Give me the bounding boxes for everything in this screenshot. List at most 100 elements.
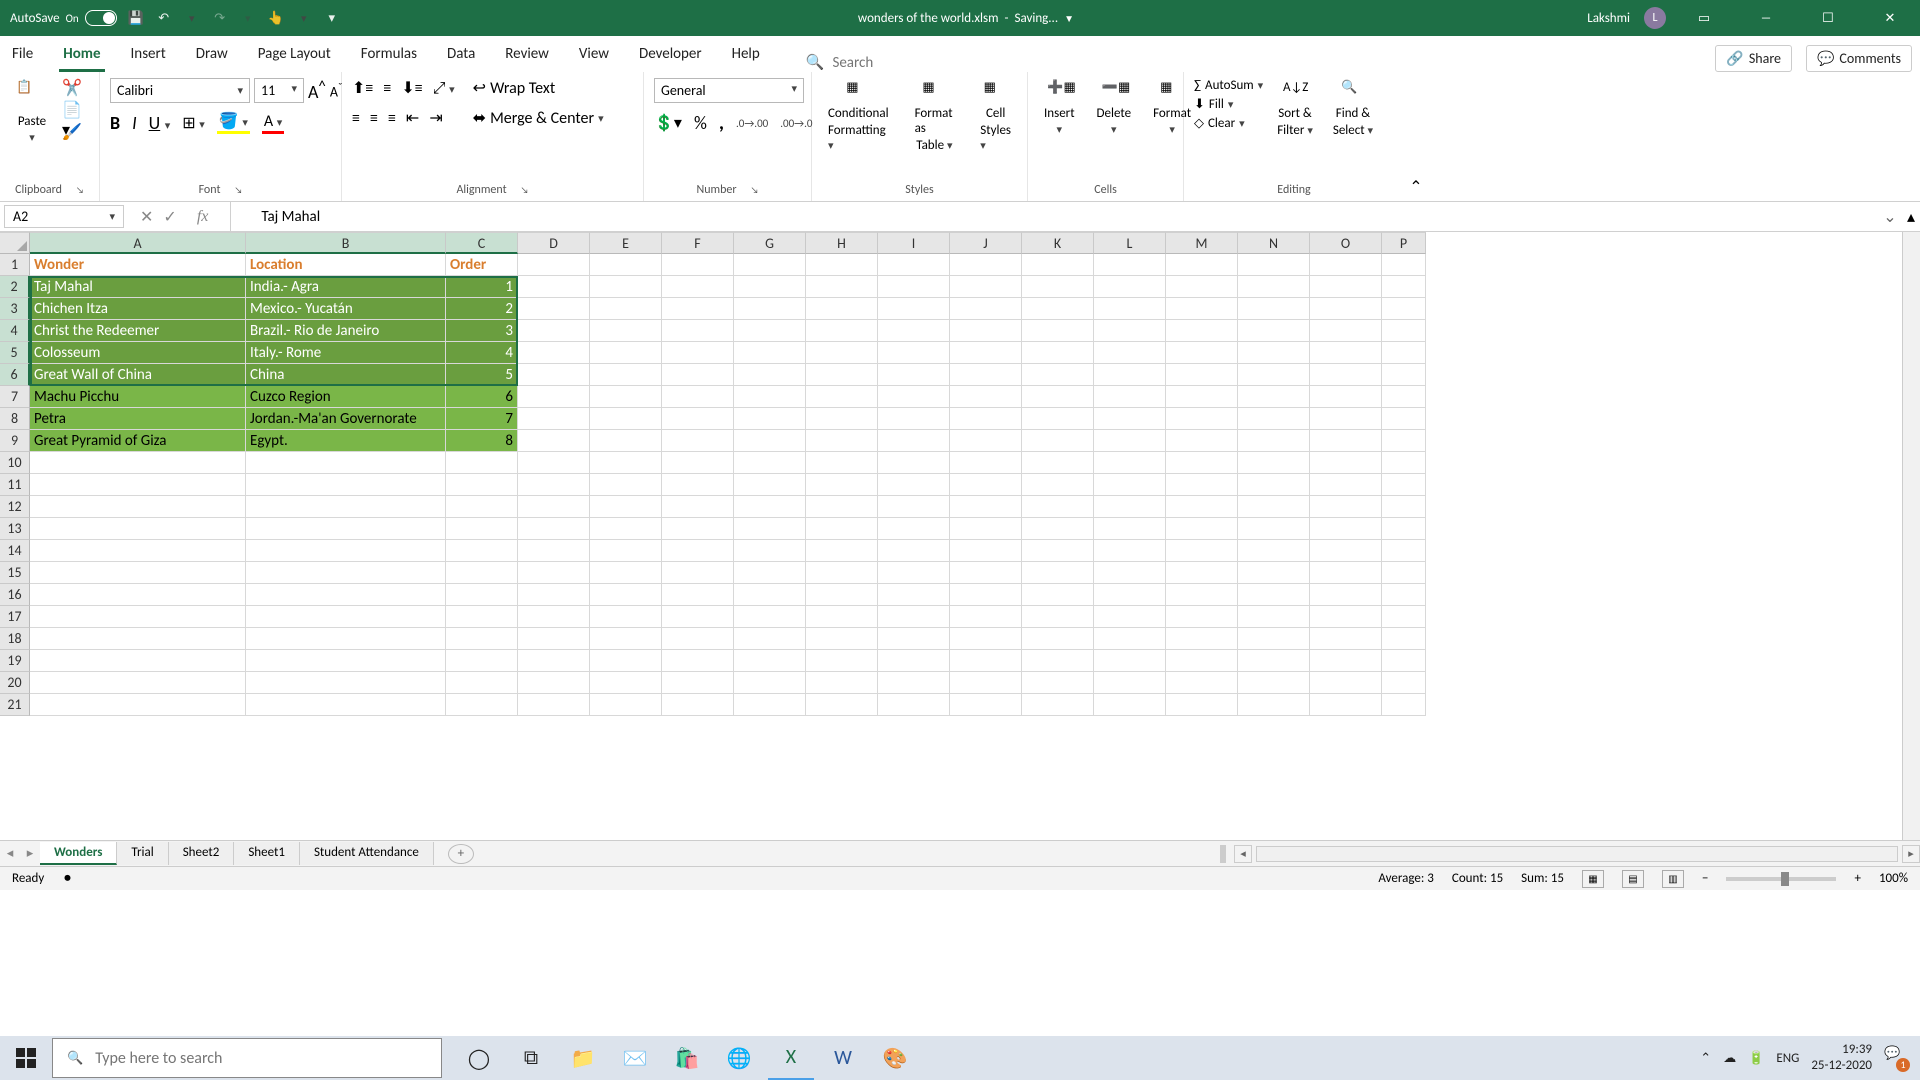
cell-A18[interactable]	[30, 628, 246, 650]
autosave-toggle[interactable]: AutoSave On	[10, 10, 117, 26]
cell-H14[interactable]	[806, 540, 878, 562]
merge-center-button[interactable]: ⬌Merge & Center▾	[473, 108, 604, 128]
cell-L21[interactable]	[1094, 694, 1166, 716]
cell-F17[interactable]	[662, 606, 734, 628]
cell-A1[interactable]: Wonder	[30, 254, 246, 276]
cell-B14[interactable]	[246, 540, 446, 562]
cell-F15[interactable]	[662, 562, 734, 584]
cell-O2[interactable]	[1310, 276, 1382, 298]
cell-G3[interactable]	[734, 298, 806, 320]
cell-K6[interactable]	[1022, 364, 1094, 386]
cell-A7[interactable]: Machu Picchu	[30, 386, 246, 408]
cell-G13[interactable]	[734, 518, 806, 540]
cell-M10[interactable]	[1166, 452, 1238, 474]
cell-P10[interactable]	[1382, 452, 1426, 474]
cell-L5[interactable]	[1094, 342, 1166, 364]
cell-C2[interactable]: 1	[446, 276, 518, 298]
cell-F20[interactable]	[662, 672, 734, 694]
cell-M4[interactable]	[1166, 320, 1238, 342]
cell-O21[interactable]	[1310, 694, 1382, 716]
cell-L3[interactable]	[1094, 298, 1166, 320]
new-sheet-button[interactable]: +	[448, 844, 474, 864]
cell-I8[interactable]	[878, 408, 950, 430]
sheet-nav-next-icon[interactable]: ▸	[20, 846, 40, 861]
cell-F1[interactable]	[662, 254, 734, 276]
cell-H21[interactable]	[806, 694, 878, 716]
cell-B20[interactable]	[246, 672, 446, 694]
store-icon[interactable]: 🛍️	[664, 1036, 710, 1080]
cell-H19[interactable]	[806, 650, 878, 672]
cell-F9[interactable]	[662, 430, 734, 452]
cell-N13[interactable]	[1238, 518, 1310, 540]
comments-button[interactable]: 💬Comments	[1806, 45, 1912, 72]
cell-L2[interactable]	[1094, 276, 1166, 298]
shrink-font-icon[interactable]: Aˇ	[330, 81, 343, 101]
cell-K13[interactable]	[1022, 518, 1094, 540]
cell-O10[interactable]	[1310, 452, 1382, 474]
tab-formulas[interactable]: Formulas	[357, 39, 421, 72]
align-center-icon[interactable]: ≡	[370, 109, 378, 128]
cell-C11[interactable]	[446, 474, 518, 496]
sheet-nav-prev-icon[interactable]: ◂	[0, 846, 20, 861]
battery-icon[interactable]: 🔋	[1748, 1051, 1764, 1066]
cell-B10[interactable]	[246, 452, 446, 474]
cell-D12[interactable]	[518, 496, 590, 518]
cortana-icon[interactable]: ◯	[456, 1036, 502, 1080]
align-middle-icon[interactable]: ≡	[383, 79, 391, 98]
cell-H2[interactable]	[806, 276, 878, 298]
cell-H5[interactable]	[806, 342, 878, 364]
sort-filter-button[interactable]: A↓ZSort &Filter ▾	[1271, 78, 1319, 140]
font-name-combo[interactable]: Calibri▾	[110, 78, 250, 103]
minimize-icon[interactable]: ―	[1742, 0, 1790, 36]
cell-C19[interactable]	[446, 650, 518, 672]
fill-color-button[interactable]: 🪣 ▾	[217, 111, 250, 134]
worksheet-grid[interactable]: 123456789101112131415161718192021 ABCDEF…	[0, 232, 1920, 840]
excel-icon[interactable]: X	[768, 1036, 814, 1080]
cell-N20[interactable]	[1238, 672, 1310, 694]
cell-L12[interactable]	[1094, 496, 1166, 518]
cancel-entry-icon[interactable]: ✕	[140, 207, 153, 227]
cell-N10[interactable]	[1238, 452, 1310, 474]
cell-M18[interactable]	[1166, 628, 1238, 650]
cell-P6[interactable]	[1382, 364, 1426, 386]
col-header-P[interactable]: P	[1382, 232, 1426, 254]
cell-C12[interactable]	[446, 496, 518, 518]
cell-I10[interactable]	[878, 452, 950, 474]
cell-L18[interactable]	[1094, 628, 1166, 650]
cell-L1[interactable]	[1094, 254, 1166, 276]
cell-N19[interactable]	[1238, 650, 1310, 672]
cell-P2[interactable]	[1382, 276, 1426, 298]
cell-K3[interactable]	[1022, 298, 1094, 320]
cell-I15[interactable]	[878, 562, 950, 584]
cell-A12[interactable]	[30, 496, 246, 518]
alignment-launcher-icon[interactable]: ↘	[521, 185, 529, 196]
cell-N2[interactable]	[1238, 276, 1310, 298]
tab-review[interactable]: Review	[501, 39, 553, 72]
tab-page-layout[interactable]: Page Layout	[254, 39, 335, 72]
cell-N4[interactable]	[1238, 320, 1310, 342]
cell-P20[interactable]	[1382, 672, 1426, 694]
cell-B18[interactable]	[246, 628, 446, 650]
cell-C8[interactable]: 7	[446, 408, 518, 430]
cell-F18[interactable]	[662, 628, 734, 650]
cell-P21[interactable]	[1382, 694, 1426, 716]
cell-H9[interactable]	[806, 430, 878, 452]
cell-E1[interactable]	[590, 254, 662, 276]
tab-home[interactable]: Home	[59, 39, 104, 72]
row-header-8[interactable]: 8	[0, 408, 30, 430]
cell-D20[interactable]	[518, 672, 590, 694]
cell-J16[interactable]	[950, 584, 1022, 606]
cell-G4[interactable]	[734, 320, 806, 342]
percent-icon[interactable]: %	[694, 112, 707, 134]
cell-J1[interactable]	[950, 254, 1022, 276]
cell-A13[interactable]	[30, 518, 246, 540]
cell-E15[interactable]	[590, 562, 662, 584]
row-header-14[interactable]: 14	[0, 540, 30, 562]
row-header-15[interactable]: 15	[0, 562, 30, 584]
col-header-D[interactable]: D	[518, 232, 590, 254]
cell-P16[interactable]	[1382, 584, 1426, 606]
cell-B13[interactable]	[246, 518, 446, 540]
cell-P5[interactable]	[1382, 342, 1426, 364]
cell-J6[interactable]	[950, 364, 1022, 386]
cell-F10[interactable]	[662, 452, 734, 474]
